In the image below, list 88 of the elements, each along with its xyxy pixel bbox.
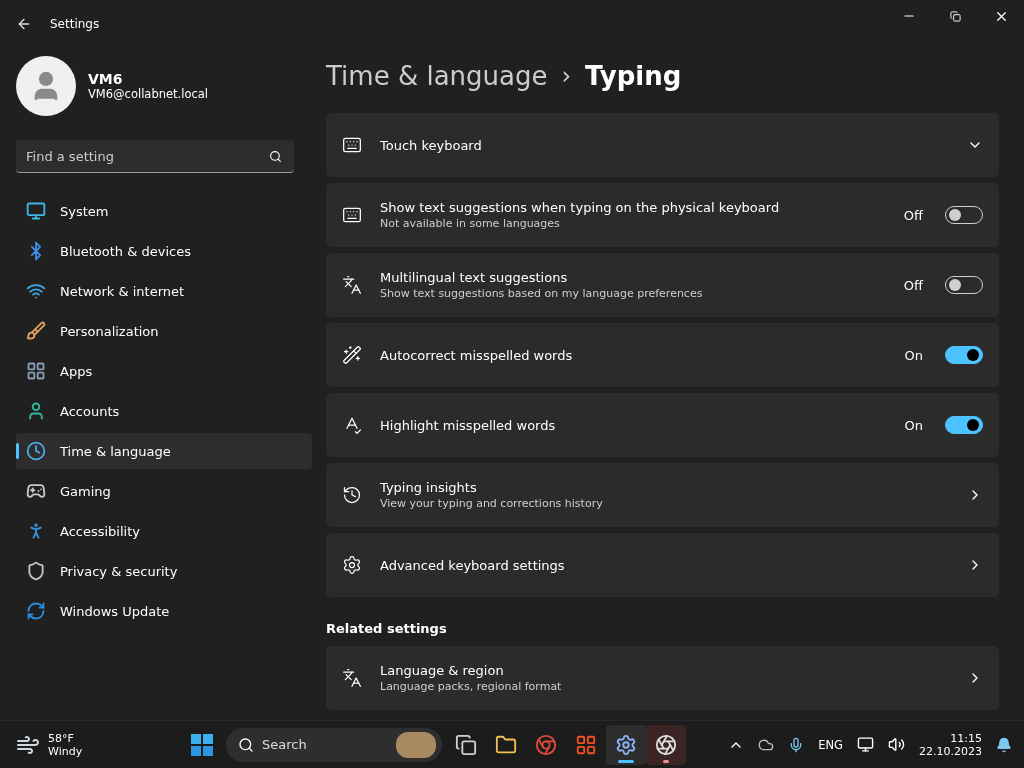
- windows-logo-icon: [191, 733, 213, 756]
- setting-title: Language & region: [380, 663, 505, 678]
- clock[interactable]: 11:15 22.10.2023: [919, 731, 982, 758]
- sidebar-item[interactable]: Apps: [16, 353, 312, 389]
- sidebar-item[interactable]: Privacy & security: [16, 553, 312, 589]
- section-heading: Related settings: [326, 621, 448, 636]
- setting-card[interactable]: Language & region Language packs, regional format: [326, 646, 999, 710]
- task-view-icon: [455, 733, 477, 756]
- browser-icon: [535, 733, 557, 756]
- back-icon[interactable]: [16, 16, 32, 32]
- window-title: Settings: [50, 17, 100, 31]
- user-email: VM6@collabnet.local: [88, 87, 209, 101]
- sidebar-label: Privacy & security: [60, 563, 178, 579]
- setting-title: Touch keyboard: [380, 137, 483, 153]
- language-icon: [342, 668, 362, 688]
- running-indicator: [663, 759, 669, 763]
- setting-description: Not available in some languages: [380, 217, 561, 230]
- breadcrumb-link[interactable]: Time & language: [326, 61, 548, 91]
- search-icon: [269, 150, 282, 163]
- taskbar-app[interactable]: [646, 724, 686, 765]
- volume-icon[interactable]: [888, 736, 905, 753]
- setting-card[interactable]: Autocorrect misspelled words On: [326, 323, 999, 387]
- setting-card[interactable]: Typing insights View your typing and corrections history: [326, 463, 999, 527]
- sidebar-item[interactable]: Windows Update: [16, 593, 312, 629]
- temperature: 58°F: [48, 731, 75, 745]
- restore-icon: [949, 10, 961, 22]
- sidebar-item[interactable]: Bluetooth & devices: [16, 233, 312, 269]
- setting-card[interactable]: Highlight misspelled words On: [326, 393, 999, 457]
- sidebar-label: Network & internet: [60, 283, 185, 299]
- toggle-switch[interactable]: [945, 416, 983, 434]
- sidebar-item[interactable]: Time & language: [16, 433, 312, 469]
- page-title: Typing: [585, 61, 682, 91]
- folder-icon: [495, 733, 517, 756]
- sidebar-item[interactable]: Accessibility: [16, 513, 312, 549]
- sidebar-item[interactable]: Network & internet: [16, 273, 312, 309]
- running-indicator: [618, 759, 634, 763]
- taskbar-app[interactable]: [606, 724, 646, 765]
- sidebar-label: Bluetooth & devices: [60, 243, 191, 259]
- toggle-state-label: Off: [903, 277, 923, 293]
- sidebar-item[interactable]: System: [16, 193, 312, 229]
- setting-title: Advanced keyboard settings: [380, 557, 566, 573]
- search-label: Search: [262, 737, 308, 752]
- selection-indicator: [16, 443, 19, 459]
- keyboard-icon: [342, 205, 362, 225]
- avatar: [16, 56, 76, 116]
- sidebar-label: Apps: [60, 363, 93, 379]
- sidebar-label: Personalization: [60, 323, 159, 339]
- sidebar-item[interactable]: Gaming: [16, 473, 312, 509]
- setting-description: View your typing and corrections history: [380, 497, 604, 510]
- sidebar-label: Windows Update: [60, 603, 170, 619]
- sidebar-label: System: [60, 203, 109, 219]
- toggle-state-label: On: [904, 417, 923, 433]
- setting-title: Typing insights: [380, 480, 478, 495]
- taskbar-search[interactable]: Search: [226, 727, 442, 762]
- setting-title: Highlight misspelled words: [380, 417, 557, 433]
- gaming-icon: [26, 481, 46, 501]
- sidebar-label: Gaming: [60, 483, 111, 499]
- setting-description: Show text suggestions based on my language preferences: [380, 287, 704, 300]
- history-icon: [342, 485, 362, 505]
- setting-card[interactable]: Advanced keyboard settings: [326, 533, 999, 597]
- sidebar-label: Accounts: [60, 403, 120, 419]
- setting-description: Language packs, regional format: [380, 680, 563, 693]
- settings-icon: [615, 733, 637, 756]
- settings-icon: [342, 555, 362, 575]
- setting-title: Autocorrect misspelled words: [380, 347, 574, 363]
- search-icon: [238, 736, 254, 753]
- setting-title: Multilingual text suggestions: [380, 270, 569, 285]
- magic-wand-icon: [342, 345, 362, 365]
- language-icon: [342, 275, 362, 295]
- setting-card[interactable]: Show text suggestions when typing on the physical keyboard Not available in some languages Off: [326, 183, 999, 247]
- sidebar-item[interactable]: Accounts: [16, 393, 312, 429]
- toggle-switch[interactable]: [945, 346, 983, 364]
- weather-condition: Windy: [48, 744, 83, 758]
- search-field[interactable]: Find a setting: [16, 140, 294, 173]
- breadcrumb-separator: ›: [561, 62, 572, 90]
- sidebar-item[interactable]: Personalization: [16, 313, 312, 349]
- sidebar-label: Time & language: [60, 443, 171, 459]
- image-placeholder: [396, 731, 436, 758]
- language-indicator[interactable]: ENG: [818, 737, 843, 752]
- sidebar-label: Accessibility: [60, 523, 140, 539]
- keyboard-icon: [342, 135, 362, 155]
- bell-icon[interactable]: [996, 736, 1012, 753]
- toggle-state-label: On: [904, 347, 923, 363]
- setting-card[interactable]: Touch keyboard: [326, 113, 999, 177]
- toggle-state-label: Off: [903, 207, 923, 223]
- setting-card[interactable]: Multilingual text suggestions Show text suggestions based on my language preferences Off: [326, 253, 999, 317]
- user-name: VM6: [88, 71, 124, 87]
- setting-title: Show text suggestions when typing on the physical keyboard: [380, 200, 781, 215]
